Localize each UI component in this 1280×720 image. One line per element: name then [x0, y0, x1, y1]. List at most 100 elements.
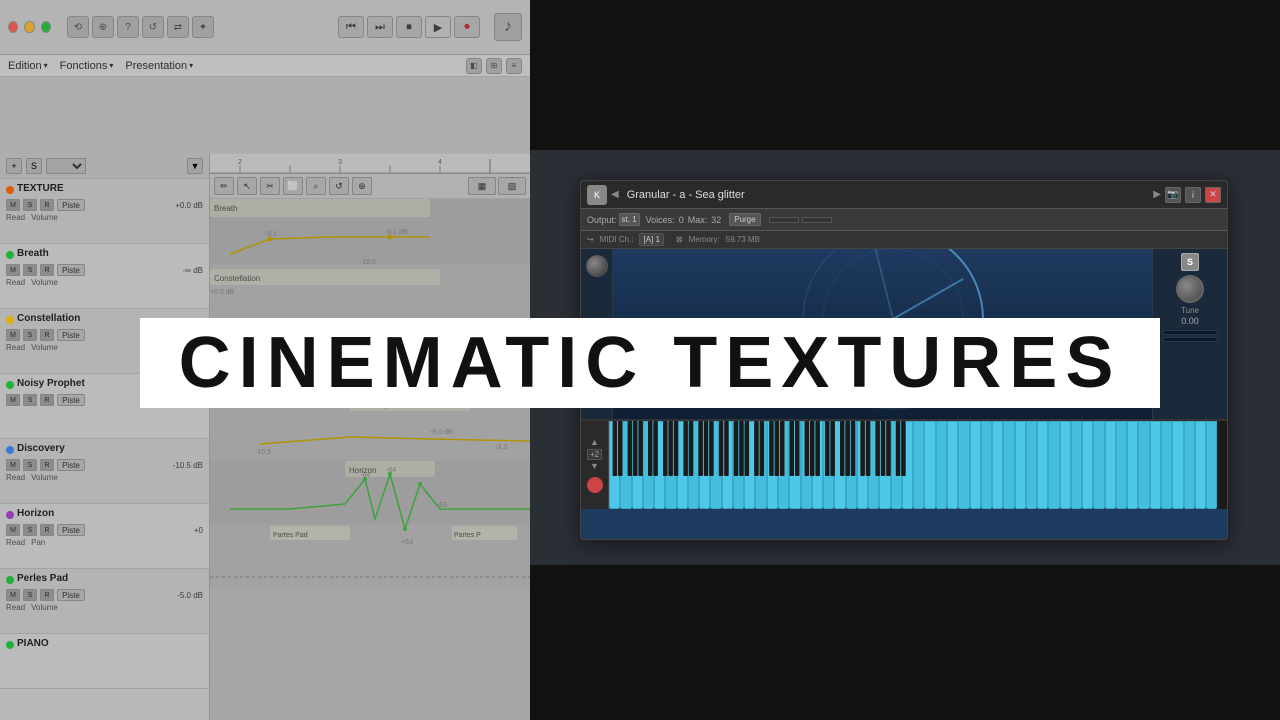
white-key[interactable] — [1138, 421, 1149, 509]
mute-btn-discovery[interactable]: M — [6, 459, 20, 471]
min-btn[interactable] — [24, 21, 34, 33]
white-key[interactable] — [981, 421, 992, 509]
kontakt-info-btn[interactable]: i — [1185, 187, 1201, 203]
toolbar-btn-4[interactable]: ↺ — [142, 16, 164, 38]
tool-pencil[interactable]: ✏ — [214, 177, 234, 195]
midi-ch-select[interactable]: [A] 1 — [639, 233, 663, 246]
record-btn-horizon[interactable]: R — [40, 524, 54, 536]
track-add-btn[interactable]: + — [6, 158, 22, 174]
kontakt-close-btn[interactable]: ✕ — [1205, 187, 1221, 203]
white-key[interactable] — [677, 421, 688, 509]
white-key[interactable] — [733, 421, 744, 509]
white-key[interactable] — [1048, 421, 1059, 509]
white-key[interactable] — [1026, 421, 1037, 509]
white-key[interactable] — [1161, 421, 1172, 509]
toolbar-btn-5[interactable]: ⇄ — [167, 16, 189, 38]
nav-right-icon[interactable]: ▶ — [1153, 189, 1161, 200]
white-key[interactable] — [1082, 421, 1093, 509]
s-button[interactable]: S — [1181, 253, 1199, 271]
record-btn-discovery[interactable]: R — [40, 459, 54, 471]
track-filter-btn[interactable]: S — [26, 158, 42, 174]
white-key[interactable] — [1116, 421, 1127, 509]
white-key[interactable] — [958, 421, 969, 509]
kbd-scroll-up[interactable]: ▲ — [590, 438, 599, 447]
rewind-btn[interactable]: ⏮ — [338, 16, 364, 38]
white-key[interactable] — [1060, 421, 1071, 509]
white-key[interactable] — [812, 421, 823, 509]
white-key[interactable] — [902, 421, 913, 509]
white-key[interactable] — [1037, 421, 1048, 509]
white-key[interactable] — [744, 421, 755, 509]
toolbar-btn-3[interactable]: ? — [117, 16, 139, 38]
white-key[interactable] — [1093, 421, 1104, 509]
tool-snap-btn[interactable]: ▦ — [468, 177, 496, 195]
white-key[interactable] — [857, 421, 868, 509]
tool-zoom[interactable]: ⌕ — [306, 177, 326, 195]
white-key[interactable] — [767, 421, 778, 509]
tool-pointer[interactable]: ↖ — [237, 177, 257, 195]
white-key[interactable] — [936, 421, 947, 509]
tool-loop[interactable]: ↺ — [329, 177, 349, 195]
play-btn-texture[interactable]: Piste — [57, 199, 85, 211]
white-key[interactable] — [654, 421, 665, 509]
white-key[interactable] — [665, 421, 676, 509]
toolbar-btn-1[interactable]: ⟲ — [67, 16, 89, 38]
record-btn-noisyprophet[interactable]: R — [40, 394, 54, 406]
play-btn-discovery[interactable]: Piste — [57, 459, 85, 471]
white-key[interactable] — [620, 421, 631, 509]
white-key[interactable] — [778, 421, 789, 509]
solo-btn-discovery[interactable]: S — [23, 459, 37, 471]
solo-btn-texture[interactable]: S — [23, 199, 37, 211]
tune-knob[interactable] — [1176, 275, 1204, 303]
toolbar-btn-2[interactable]: ⊕ — [92, 16, 114, 38]
white-key[interactable] — [1105, 421, 1116, 509]
view-btn-2[interactable]: ⊞ — [486, 58, 502, 74]
white-key[interactable] — [1206, 421, 1217, 509]
tool-grid-btn[interactable]: ▧ — [498, 177, 526, 195]
solo-btn-breath[interactable]: S — [23, 264, 37, 276]
record-btn-constellation[interactable]: R — [40, 329, 54, 341]
white-key[interactable] — [1184, 421, 1195, 509]
white-key[interactable] — [1015, 421, 1026, 509]
kontakt-camera-btn[interactable]: 📷 — [1165, 187, 1181, 203]
record-btn-breath[interactable]: R — [40, 264, 54, 276]
white-key[interactable] — [1172, 421, 1183, 509]
white-key[interactable] — [924, 421, 935, 509]
max-btn[interactable] — [41, 21, 51, 33]
mute-btn-texture[interactable]: M — [6, 199, 20, 211]
view-btn-3[interactable]: ≡ — [506, 58, 522, 74]
close-btn[interactable] — [8, 21, 18, 33]
white-key[interactable] — [823, 421, 834, 509]
view-btn-1[interactable]: ◧ — [466, 58, 482, 74]
toolbar-btn-6[interactable]: ✦ — [192, 16, 214, 38]
white-key[interactable] — [879, 421, 890, 509]
mute-btn-breath[interactable]: M — [6, 264, 20, 276]
purge-btn[interactable]: Purge — [729, 213, 760, 226]
solo-btn-perlespad[interactable]: S — [23, 589, 37, 601]
kbd-red-btn[interactable] — [587, 477, 603, 493]
white-key[interactable] — [688, 421, 699, 509]
mute-btn-perlespad[interactable]: M — [6, 589, 20, 601]
mute-btn-constellation[interactable]: M — [6, 329, 20, 341]
mute-btn-noisyprophet[interactable]: M — [6, 394, 20, 406]
play-btn[interactable]: ▶ — [425, 16, 451, 38]
white-key[interactable] — [699, 421, 710, 509]
solo-btn-noisyprophet[interactable]: S — [23, 394, 37, 406]
stop-btn[interactable]: ⏹ — [396, 16, 422, 38]
play-btn-horizon[interactable]: Piste — [57, 524, 85, 536]
white-key[interactable] — [846, 421, 857, 509]
tool-scissors[interactable]: ✂ — [260, 177, 280, 195]
white-key[interactable] — [834, 421, 845, 509]
tool-eraser[interactable]: ⬜ — [283, 177, 303, 195]
white-key[interactable] — [609, 421, 620, 509]
white-key[interactable] — [789, 421, 800, 509]
white-key[interactable] — [1195, 421, 1206, 509]
track-view-btn[interactable]: ▼ — [187, 158, 203, 174]
record-btn-texture[interactable]: R — [40, 199, 54, 211]
white-key[interactable] — [947, 421, 958, 509]
white-key[interactable] — [1003, 421, 1014, 509]
white-key[interactable] — [913, 421, 924, 509]
white-key[interactable] — [632, 421, 643, 509]
play-btn-noisyprophet[interactable]: Piste — [57, 394, 85, 406]
white-key[interactable] — [710, 421, 721, 509]
